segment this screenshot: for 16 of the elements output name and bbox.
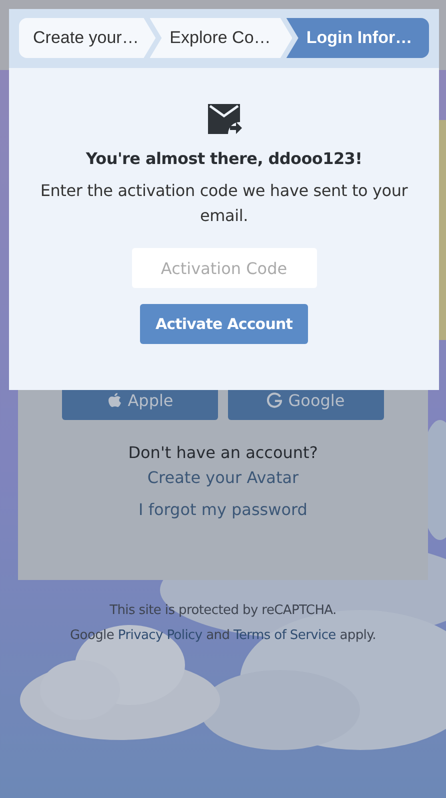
privacy-policy-link[interactable]: Privacy Policy — [118, 628, 202, 643]
create-avatar-link[interactable]: Create your Avatar — [147, 468, 299, 487]
step-tab[interactable]: Explore Co… — [150, 18, 292, 58]
step-tab[interactable]: Create your… — [19, 18, 156, 58]
terms-of-service-link[interactable]: Terms of Service — [234, 628, 336, 643]
activate-account-button[interactable]: Activate Account — [140, 304, 308, 344]
dialog-heading: You're almost there, ddooo123! — [86, 149, 362, 168]
dialog-message: Enter the activation code we have sent to your email. — [39, 180, 409, 227]
step-tab[interactable]: Login Infor… — [286, 18, 430, 58]
google-icon — [267, 392, 282, 408]
apple-icon — [106, 392, 122, 408]
signup-prompt: Don't have an account? Create your Avatar — [127, 442, 319, 489]
forgot-password-link[interactable]: I forgot my password — [138, 500, 308, 519]
recaptcha-notice: This site is protected by reCAPTCHA. Google Privacy Policy and Terms of Service apply. — [70, 602, 376, 645]
mail-send-icon — [206, 102, 242, 136]
activation-code-field[interactable]: Activation Code — [132, 248, 316, 288]
